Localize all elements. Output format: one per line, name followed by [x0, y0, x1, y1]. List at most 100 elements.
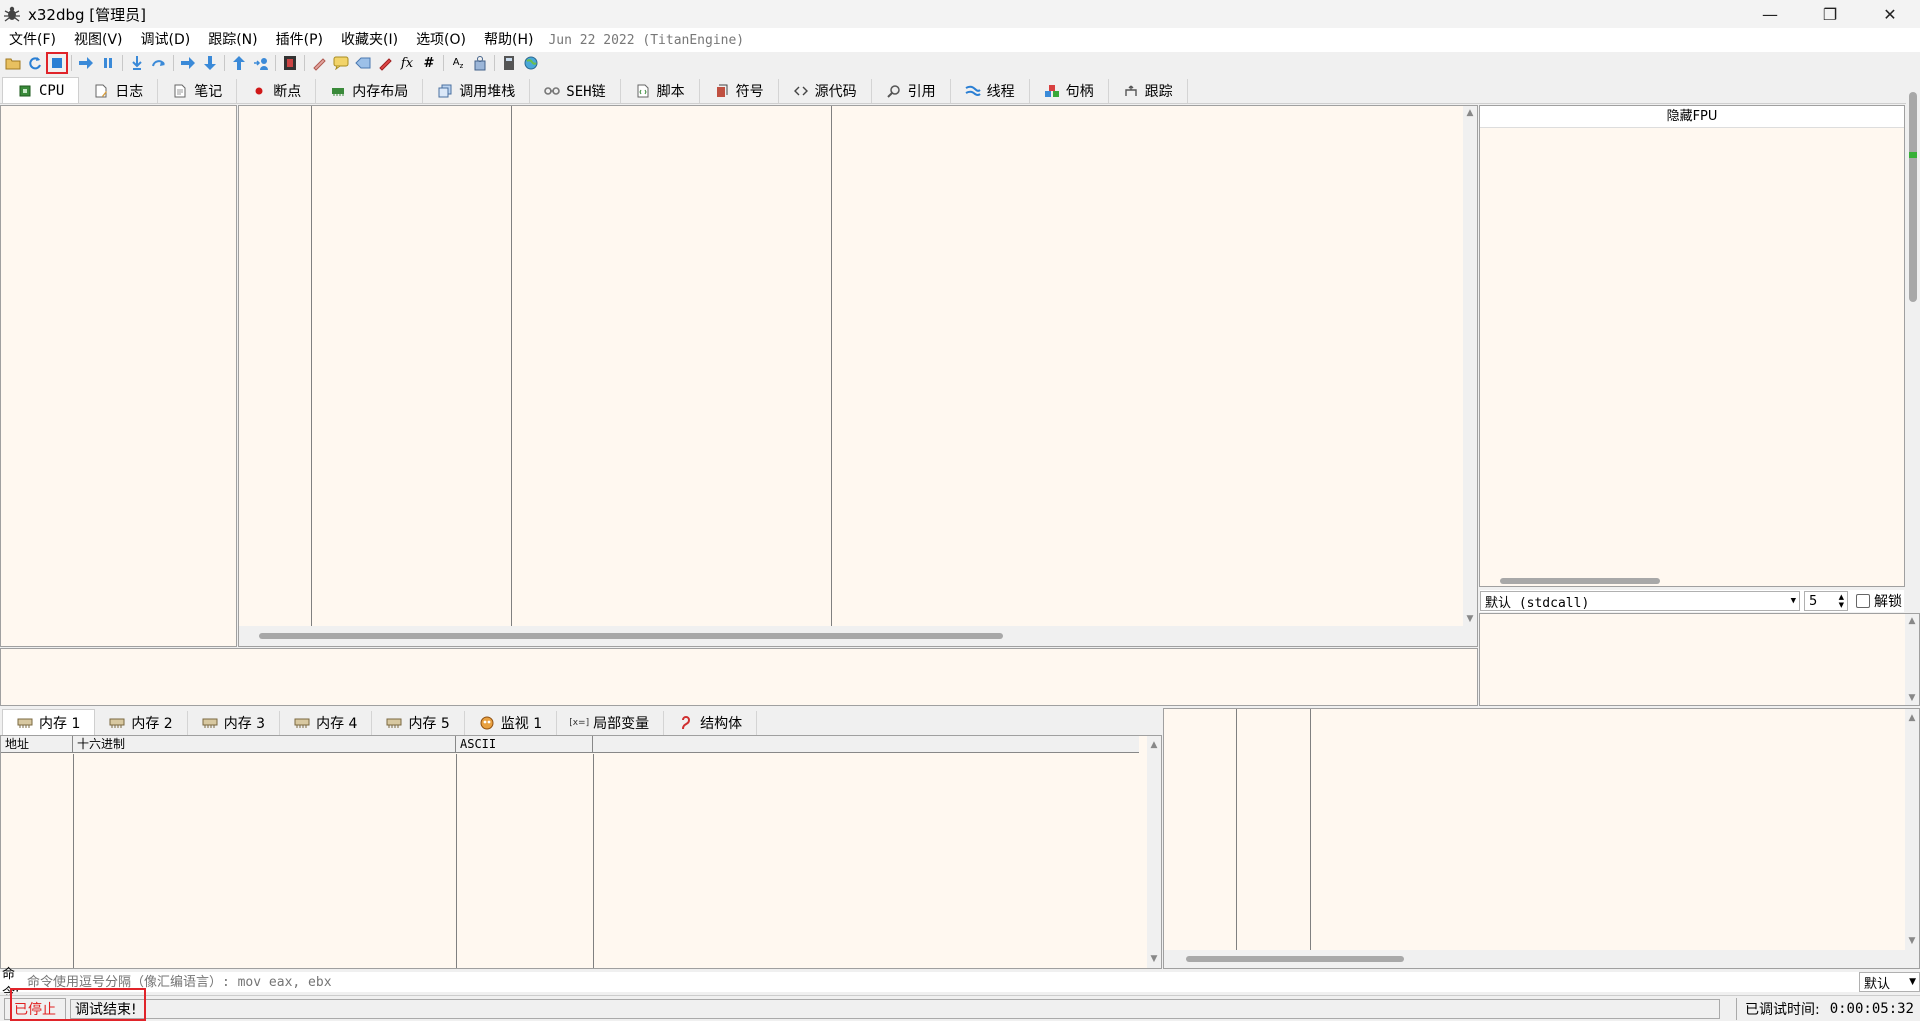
unlock-checkbox[interactable] [1856, 594, 1870, 608]
tab-locals[interactable]: [x=] 局部变量 [557, 711, 665, 735]
menu-debug[interactable]: 调试(D) [132, 28, 200, 52]
horizontal-scroll-thumb[interactable] [259, 633, 1003, 639]
column-header-ascii[interactable]: ASCII [456, 736, 593, 753]
open-icon[interactable] [3, 53, 23, 73]
find-icon[interactable] [470, 53, 490, 73]
hide-fpu-button[interactable]: 隐藏FPU [1480, 106, 1904, 128]
close-button[interactable]: ✕ [1860, 0, 1920, 28]
scroll-down-arrow-icon[interactable]: ▼ [1905, 691, 1919, 705]
tab-dump-5[interactable]: 内存 5 [372, 711, 465, 735]
tab-cpu[interactable]: CPU [2, 77, 80, 103]
tab-memory-map[interactable]: 内存布局 [316, 79, 424, 103]
tab-label: 断点 [273, 84, 302, 100]
tab-dump-3[interactable]: 内存 3 [187, 711, 281, 735]
tab-dump-1[interactable]: 内存 1 [2, 709, 96, 735]
scroll-down-arrow-icon[interactable]: ▼ [1905, 934, 1919, 948]
tab-struct[interactable]: 结构体 [664, 711, 758, 735]
minimize-button[interactable]: — [1740, 0, 1800, 28]
step-over-icon[interactable] [149, 53, 169, 73]
scroll-up-arrow-icon[interactable]: ▲ [1905, 614, 1919, 628]
stack-horizontal-scrollbar[interactable] [1164, 950, 1919, 968]
trace-into-icon[interactable] [178, 53, 198, 73]
tab-call-stack[interactable]: 调用堆栈 [423, 79, 531, 103]
tab-script[interactable]: 脚本 [620, 79, 700, 103]
calling-convention-select[interactable]: 默认 (stdcall) ▼ [1480, 591, 1800, 611]
status-bar: 已停止 调试结束! 已调试时间: 0:00:05:32 [0, 995, 1920, 1021]
dump-view[interactable]: ▲ ▼ [0, 735, 1162, 969]
tab-notes[interactable]: 笔记 [158, 79, 238, 103]
run-to-user-code-icon[interactable] [251, 53, 271, 73]
calculator-icon[interactable] [499, 53, 519, 73]
tab-handles[interactable]: 句柄 [1029, 79, 1109, 103]
scroll-up-arrow-icon[interactable]: ▲ [1463, 106, 1477, 120]
tab-trace[interactable]: 跟踪 [1108, 79, 1188, 103]
graph-overview-panel[interactable] [0, 105, 237, 647]
toolbar-separator [173, 55, 174, 71]
scroll-down-arrow-icon[interactable]: ▼ [1463, 612, 1477, 626]
toolbar: fx # Az [0, 52, 1920, 74]
menu-help[interactable]: 帮助(H) [475, 28, 542, 52]
command-input[interactable] [26, 973, 1807, 991]
menu-trace[interactable]: 跟踪(N) [199, 28, 266, 52]
register-panel[interactable] [1479, 105, 1905, 587]
tab-dump-2[interactable]: 内存 2 [95, 711, 188, 735]
tab-seh-chain[interactable]: SEH链 [530, 79, 621, 103]
arguments-vertical-scrollbar[interactable]: ▲ ▼ [1905, 614, 1919, 705]
disassembly-horizontal-scrollbar[interactable] [239, 626, 1477, 646]
tab-symbols[interactable]: 符号 [699, 79, 779, 103]
trace-over-icon[interactable] [200, 53, 220, 73]
toolbar-separator [494, 55, 495, 71]
pause-icon[interactable] [98, 53, 118, 73]
restore-button[interactable]: ❐ [1800, 0, 1860, 28]
menu-plugins[interactable]: 插件(P) [267, 28, 332, 52]
info-panel[interactable] [0, 648, 1478, 706]
stack-vertical-scrollbar[interactable]: ▲ ▼ [1905, 709, 1919, 950]
tab-watch-1[interactable]: 监视 1 [464, 711, 558, 735]
column-header-address[interactable]: 地址 [1, 736, 73, 753]
tab-log[interactable]: 日志 [79, 79, 159, 103]
argument-count-spinner[interactable]: 5 ▲ ▼ [1804, 591, 1848, 611]
menu-options[interactable]: 选项(O) [407, 28, 475, 52]
disassembly-view[interactable]: ▲ ▼ [238, 105, 1478, 647]
functions-icon[interactable]: fx [397, 53, 417, 73]
tab-threads[interactable]: 线程 [950, 79, 1030, 103]
scroll-up-arrow-icon[interactable]: ▲ [1147, 738, 1161, 752]
column-divider [511, 106, 512, 626]
register-scroll-thumb[interactable] [1909, 92, 1917, 302]
stop-icon[interactable] [46, 52, 68, 74]
scroll-down-arrow-icon[interactable]: ▼ [1147, 952, 1161, 966]
execute-till-return-icon[interactable] [229, 53, 249, 73]
patch-icon[interactable] [309, 53, 329, 73]
labels-icon[interactable] [353, 53, 373, 73]
restart-icon[interactable] [25, 53, 45, 73]
hash-icon[interactable]: # [419, 53, 439, 73]
spinner-arrows-icon[interactable]: ▲ ▼ [1839, 593, 1844, 609]
dump-vertical-scrollbar[interactable]: ▲ ▼ [1147, 736, 1161, 968]
menu-file[interactable]: 文件(F) [0, 28, 65, 52]
scylla-icon[interactable] [280, 53, 300, 73]
tab-dump-4[interactable]: 内存 4 [280, 711, 373, 735]
register-horizontal-scroll-thumb[interactable] [1500, 578, 1660, 584]
horizontal-scroll-thumb[interactable] [1186, 956, 1404, 962]
arguments-panel[interactable]: ▲ ▼ [1479, 613, 1920, 706]
globe-icon[interactable] [521, 53, 541, 73]
memory-map-icon [330, 83, 346, 99]
column-header-empty[interactable] [593, 736, 1139, 753]
command-mode-select[interactable]: 默认 ▼ [1858, 972, 1920, 992]
tab-references[interactable]: 引用 [871, 79, 951, 103]
menu-view[interactable]: 视图(V) [65, 28, 132, 52]
comments-icon[interactable] [331, 53, 351, 73]
column-divider [73, 754, 74, 968]
run-icon[interactable] [76, 53, 96, 73]
scroll-up-arrow-icon[interactable]: ▲ [1905, 711, 1919, 725]
tab-breakpoints[interactable]: 断点 [237, 79, 317, 103]
stack-view[interactable]: ▲ ▼ [1163, 708, 1920, 969]
column-header-hex[interactable]: 十六进制 [73, 736, 456, 753]
step-into-icon[interactable] [127, 53, 147, 73]
disassembly-vertical-scrollbar[interactable]: ▲ ▼ [1463, 106, 1477, 626]
menu-favourites[interactable]: 收藏夹(I) [332, 28, 407, 52]
strings-icon[interactable]: Az [448, 53, 468, 73]
column-divider [311, 106, 312, 626]
bookmarks-icon[interactable] [375, 53, 395, 73]
tab-source[interactable]: 源代码 [778, 79, 872, 103]
